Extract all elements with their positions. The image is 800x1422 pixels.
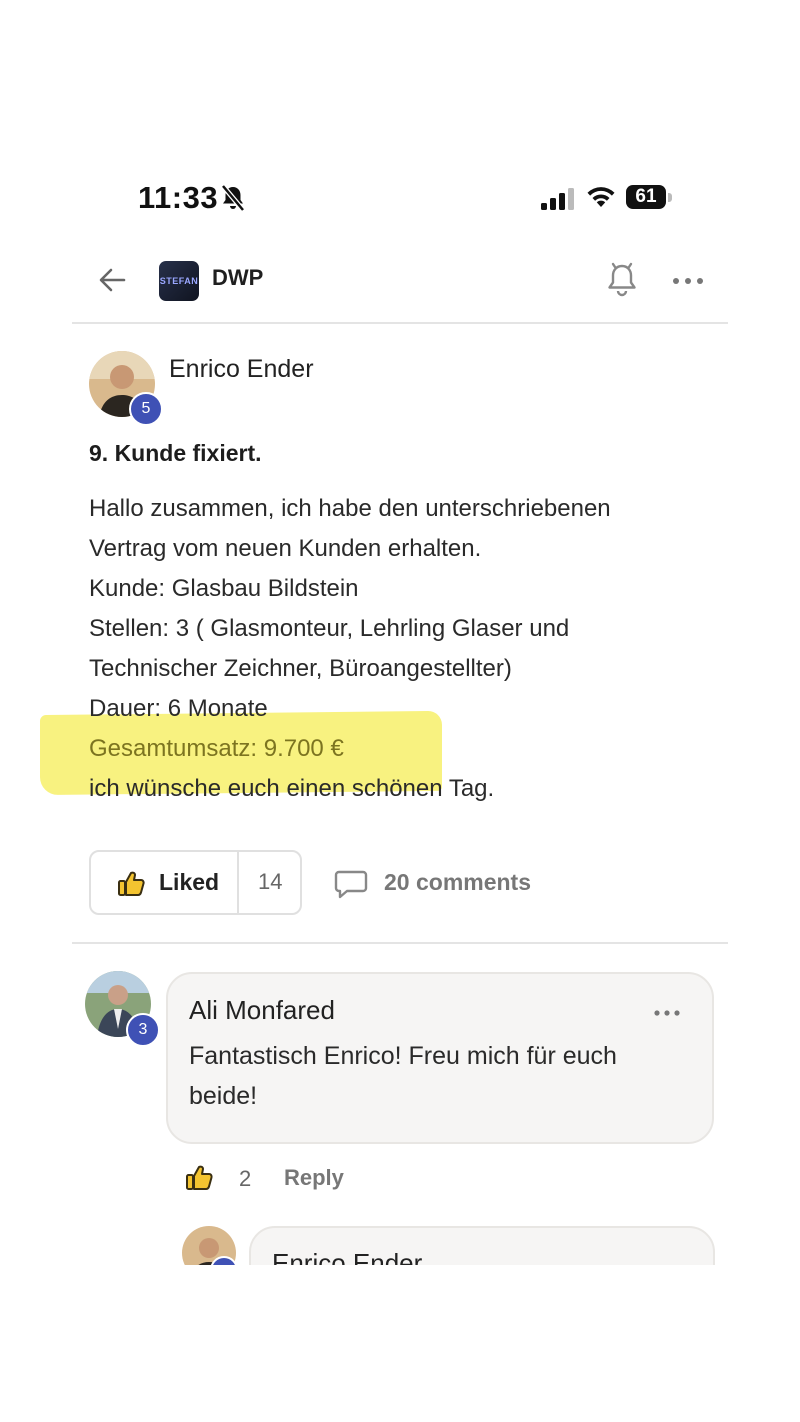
thumbs-up-icon[interactable] — [117, 868, 147, 903]
group-logo-text: STEFAN — [159, 276, 199, 286]
post-body-line: Kunde: Glasbau Bildstein — [89, 575, 359, 602]
notification-bell-icon[interactable] — [604, 261, 640, 304]
post-body-line: ich wünsche euch einen schönen Tag. — [89, 775, 495, 802]
comment-icon[interactable] — [334, 868, 368, 905]
battery-tip — [668, 193, 672, 202]
status-time: 11:33 — [138, 180, 219, 215]
comment-more-options-icon[interactable] — [653, 1003, 681, 1028]
comment-text: Fantastisch Enrico! Freu mich für euch b… — [189, 1042, 617, 1110]
group-logo[interactable]: STEFAN — [159, 261, 199, 301]
post-author-name[interactable]: Enrico Ender — [169, 355, 314, 384]
battery-indicator: 61 — [626, 185, 666, 209]
comment-thumbs-up-icon[interactable] — [185, 1162, 215, 1197]
comment-author-name[interactable]: Ali Monfared — [189, 995, 335, 1026]
post-body-line: Vertrag vom neuen Kunden erhalten. — [89, 535, 482, 562]
post-body-line: Technischer Zeichner, Büroangestellter) — [89, 655, 512, 682]
post-body-line: Stellen: 3 ( Glasmonteur, Lehrling Glase… — [89, 615, 570, 642]
like-button-separator — [237, 851, 239, 914]
cellular-signal-icon — [541, 188, 575, 215]
like-count[interactable]: 14 — [258, 869, 282, 895]
post-body-line: Dauer: 6 Monate — [89, 695, 268, 722]
post-divider — [72, 942, 728, 944]
more-options-icon[interactable] — [672, 266, 704, 301]
header-divider — [72, 322, 728, 324]
author-level-badge: 5 — [129, 392, 163, 426]
commenter-level-badge: 3 — [126, 1013, 160, 1047]
group-name[interactable]: DWP — [212, 265, 263, 291]
like-label[interactable]: Liked — [159, 869, 219, 896]
reply-author-name[interactable]: Enrico Ender — [272, 1248, 422, 1265]
post-body: Hallo zusammen, ich habe den unterschrie… — [89, 489, 709, 809]
comment-like-count[interactable]: 2 — [239, 1166, 251, 1192]
wifi-icon — [585, 184, 617, 213]
post-title: 9. Kunde fixiert. — [89, 440, 262, 466]
post-body-line: Hallo zusammen, ich habe den unterschrie… — [89, 495, 611, 522]
post-body-line-highlighted: Gesamtumsatz: 9.700 € — [89, 735, 344, 762]
comments-count-link[interactable]: 20 comments — [384, 869, 531, 896]
bell-muted-icon — [220, 184, 246, 217]
reply-button[interactable]: Reply — [284, 1165, 344, 1191]
back-arrow-icon[interactable] — [96, 264, 128, 301]
reply-preview: Enrico Ender — [0, 1220, 800, 1265]
